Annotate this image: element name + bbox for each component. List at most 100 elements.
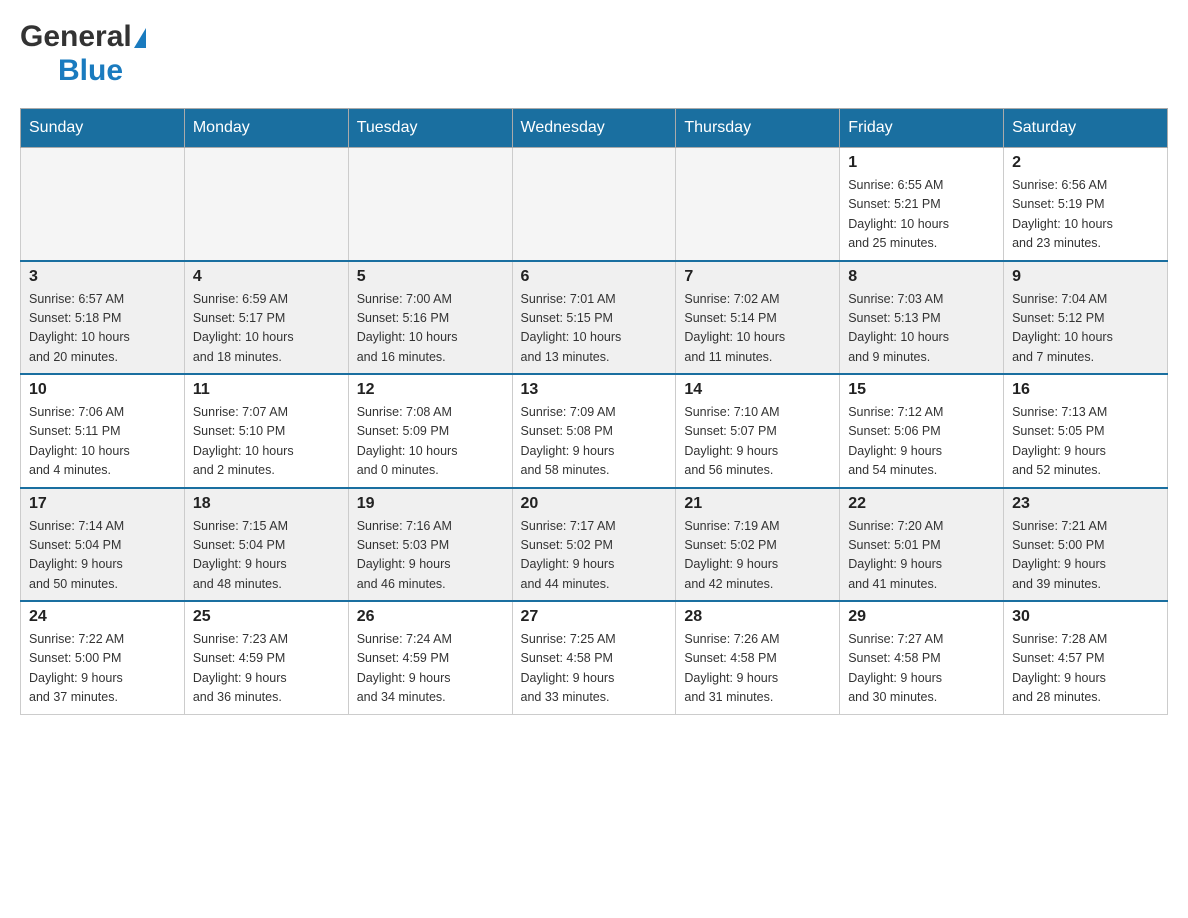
calendar-cell: 15 Sunrise: 7:12 AMSunset: 5:06 PMDayligh… xyxy=(840,374,1004,488)
day-number: 17 xyxy=(29,495,176,513)
day-number: 13 xyxy=(521,381,668,399)
calendar-cell: 7 Sunrise: 7:02 AMSunset: 5:14 PMDaylight… xyxy=(676,261,840,375)
calendar-cell: 27Sunrise: 7:25 AMSunset: 4:58 PMDayligh… xyxy=(512,601,676,714)
day-number: 30 xyxy=(1012,608,1159,626)
day-info: Sunrise: 7:00 AMSunset: 5:16 PMDaylight:… xyxy=(357,290,504,368)
day-number: 8 xyxy=(848,268,995,286)
day-header-sunday: Sunday xyxy=(21,109,185,148)
day-number: 25 xyxy=(193,608,340,626)
calendar-cell: 13 Sunrise: 7:09 AMSunset: 5:08 PMDayligh… xyxy=(512,374,676,488)
calendar-cell: 5 Sunrise: 7:00 AMSunset: 5:16 PMDaylight… xyxy=(348,261,512,375)
day-number: 21 xyxy=(684,495,831,513)
calendar-cell xyxy=(184,148,348,261)
day-number: 24 xyxy=(29,608,176,626)
week-row-5: 24 Sunrise: 7:22 AMSunset: 5:00 PMDayligh… xyxy=(21,601,1168,714)
week-row-2: 3 Sunrise: 6:57 AMSunset: 5:18 PMDaylight… xyxy=(21,261,1168,375)
day-info: Sunrise: 7:02 AMSunset: 5:14 PMDaylight:… xyxy=(684,290,831,368)
day-header-saturday: Saturday xyxy=(1004,109,1168,148)
day-info: Sunrise: 6:55 AMSunset: 5:21 PMDaylight:… xyxy=(848,176,995,254)
day-info: Sunrise: 7:03 AMSunset: 5:13 PMDaylight:… xyxy=(848,290,995,368)
day-number: 12 xyxy=(357,381,504,399)
day-number: 22 xyxy=(848,495,995,513)
day-number: 11 xyxy=(193,381,340,399)
calendar-header: SundayMondayTuesdayWednesdayThursdayFrid… xyxy=(21,109,1168,148)
calendar-cell: 30 Sunrise: 7:28 AMSunset: 4:57 PMDayligh… xyxy=(1004,601,1168,714)
day-header-wednesday: Wednesday xyxy=(512,109,676,148)
day-info: Sunrise: 7:15 AMSunset: 5:04 PMDaylight:… xyxy=(193,517,340,595)
week-row-4: 17 Sunrise: 7:14 AMSunset: 5:04 PMDayligh… xyxy=(21,488,1168,602)
day-number: 14 xyxy=(684,381,831,399)
calendar-cell: 1Sunrise: 6:55 AMSunset: 5:21 PMDaylight… xyxy=(840,148,1004,261)
calendar-body: 1Sunrise: 6:55 AMSunset: 5:21 PMDaylight… xyxy=(21,148,1168,715)
calendar-cell xyxy=(21,148,185,261)
day-number: 15 xyxy=(848,381,995,399)
calendar-cell: 14 Sunrise: 7:10 AMSunset: 5:07 PMDayligh… xyxy=(676,374,840,488)
calendar-cell: 6Sunrise: 7:01 AMSunset: 5:15 PMDaylight… xyxy=(512,261,676,375)
calendar-cell: 11 Sunrise: 7:07 AMSunset: 5:10 PMDayligh… xyxy=(184,374,348,488)
calendar-cell: 19Sunrise: 7:16 AMSunset: 5:03 PMDayligh… xyxy=(348,488,512,602)
day-number: 27 xyxy=(521,608,668,626)
day-number: 4 xyxy=(193,268,340,286)
day-info: Sunrise: 6:57 AMSunset: 5:18 PMDaylight:… xyxy=(29,290,176,368)
day-number: 26 xyxy=(357,608,504,626)
day-info: Sunrise: 7:19 AMSunset: 5:02 PMDaylight:… xyxy=(684,517,831,595)
day-info: Sunrise: 7:23 AMSunset: 4:59 PMDaylight:… xyxy=(193,630,340,708)
calendar-cell: 2Sunrise: 6:56 AMSunset: 5:19 PMDaylight… xyxy=(1004,148,1168,261)
calendar-cell: 16 Sunrise: 7:13 AMSunset: 5:05 PMDayligh… xyxy=(1004,374,1168,488)
page-header: General Blue xyxy=(20,20,1168,88)
calendar-cell: 4 Sunrise: 6:59 AMSunset: 5:17 PMDaylight… xyxy=(184,261,348,375)
calendar-cell xyxy=(348,148,512,261)
calendar-cell: 12Sunrise: 7:08 AMSunset: 5:09 PMDayligh… xyxy=(348,374,512,488)
calendar-cell: 26 Sunrise: 7:24 AMSunset: 4:59 PMDayligh… xyxy=(348,601,512,714)
day-info: Sunrise: 7:09 AMSunset: 5:08 PMDaylight:… xyxy=(521,403,668,481)
logo-general-text: General xyxy=(20,20,132,53)
day-number: 3 xyxy=(29,268,176,286)
calendar-cell: 9Sunrise: 7:04 AMSunset: 5:12 PMDaylight… xyxy=(1004,261,1168,375)
day-info: Sunrise: 7:06 AMSunset: 5:11 PMDaylight:… xyxy=(29,403,176,481)
day-info: Sunrise: 7:01 AMSunset: 5:15 PMDaylight:… xyxy=(521,290,668,368)
day-number: 16 xyxy=(1012,381,1159,399)
calendar-cell: 23 Sunrise: 7:21 AMSunset: 5:00 PMDayligh… xyxy=(1004,488,1168,602)
day-info: Sunrise: 7:24 AMSunset: 4:59 PMDaylight:… xyxy=(357,630,504,708)
day-number: 29 xyxy=(848,608,995,626)
day-info: Sunrise: 7:13 AMSunset: 5:05 PMDaylight:… xyxy=(1012,403,1159,481)
day-info: Sunrise: 7:14 AMSunset: 5:04 PMDaylight:… xyxy=(29,517,176,595)
logo-top: General xyxy=(20,20,146,54)
day-info: Sunrise: 6:59 AMSunset: 5:17 PMDaylight:… xyxy=(193,290,340,368)
day-number: 18 xyxy=(193,495,340,513)
week-row-1: 1Sunrise: 6:55 AMSunset: 5:21 PMDaylight… xyxy=(21,148,1168,261)
calendar-table: SundayMondayTuesdayWednesdayThursdayFrid… xyxy=(20,108,1168,715)
week-row-3: 10Sunrise: 7:06 AMSunset: 5:11 PMDayligh… xyxy=(21,374,1168,488)
day-info: Sunrise: 7:07 AMSunset: 5:10 PMDaylight:… xyxy=(193,403,340,481)
calendar-cell: 25 Sunrise: 7:23 AMSunset: 4:59 PMDayligh… xyxy=(184,601,348,714)
day-info: Sunrise: 7:17 AMSunset: 5:02 PMDaylight:… xyxy=(521,517,668,595)
day-info: Sunrise: 7:04 AMSunset: 5:12 PMDaylight:… xyxy=(1012,290,1159,368)
calendar-cell: 22 Sunrise: 7:20 AMSunset: 5:01 PMDayligh… xyxy=(840,488,1004,602)
day-info: Sunrise: 6:56 AMSunset: 5:19 PMDaylight:… xyxy=(1012,176,1159,254)
day-info: Sunrise: 7:27 AMSunset: 4:58 PMDaylight:… xyxy=(848,630,995,708)
calendar-cell: 10Sunrise: 7:06 AMSunset: 5:11 PMDayligh… xyxy=(21,374,185,488)
calendar-cell xyxy=(676,148,840,261)
day-info: Sunrise: 7:20 AMSunset: 5:01 PMDaylight:… xyxy=(848,517,995,595)
day-number: 5 xyxy=(357,268,504,286)
logo-triangle-icon xyxy=(134,28,146,48)
calendar-cell xyxy=(512,148,676,261)
day-info: Sunrise: 7:21 AMSunset: 5:00 PMDaylight:… xyxy=(1012,517,1159,595)
day-number: 7 xyxy=(684,268,831,286)
day-header-thursday: Thursday xyxy=(676,109,840,148)
calendar-cell: 28Sunrise: 7:26 AMSunset: 4:58 PMDayligh… xyxy=(676,601,840,714)
day-info: Sunrise: 7:10 AMSunset: 5:07 PMDaylight:… xyxy=(684,403,831,481)
day-info: Sunrise: 7:12 AMSunset: 5:06 PMDaylight:… xyxy=(848,403,995,481)
calendar-cell: 8 Sunrise: 7:03 AMSunset: 5:13 PMDaylight… xyxy=(840,261,1004,375)
day-number: 28 xyxy=(684,608,831,626)
day-info: Sunrise: 7:22 AMSunset: 5:00 PMDaylight:… xyxy=(29,630,176,708)
day-info: Sunrise: 7:16 AMSunset: 5:03 PMDaylight:… xyxy=(357,517,504,595)
days-of-week-row: SundayMondayTuesdayWednesdayThursdayFrid… xyxy=(21,109,1168,148)
day-number: 23 xyxy=(1012,495,1159,513)
calendar-cell: 29 Sunrise: 7:27 AMSunset: 4:58 PMDayligh… xyxy=(840,601,1004,714)
calendar-cell: 20Sunrise: 7:17 AMSunset: 5:02 PMDayligh… xyxy=(512,488,676,602)
day-header-friday: Friday xyxy=(840,109,1004,148)
day-info: Sunrise: 7:28 AMSunset: 4:57 PMDaylight:… xyxy=(1012,630,1159,708)
calendar-cell: 24 Sunrise: 7:22 AMSunset: 5:00 PMDayligh… xyxy=(21,601,185,714)
day-header-monday: Monday xyxy=(184,109,348,148)
